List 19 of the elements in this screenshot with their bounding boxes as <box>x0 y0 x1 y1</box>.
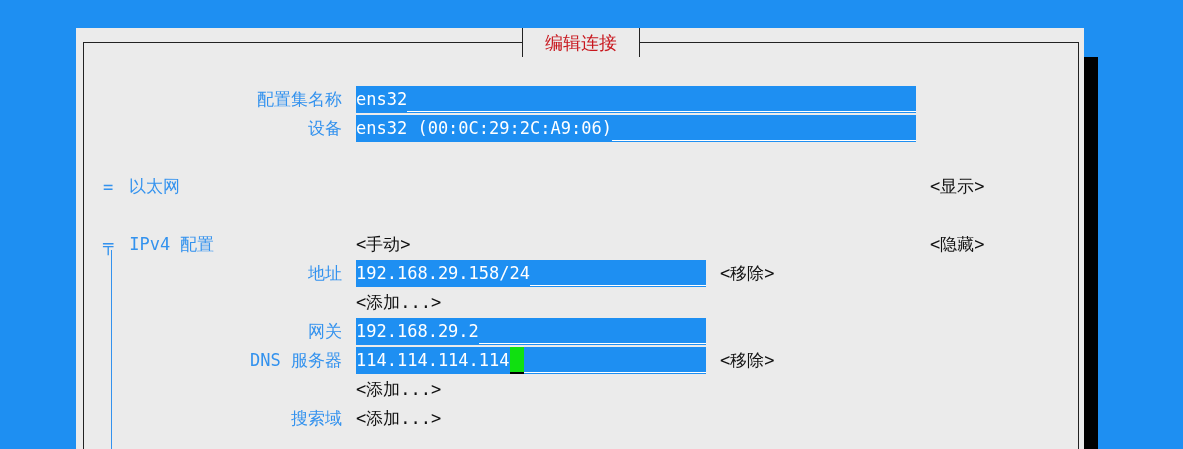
field-label: DNS 服务器 <box>249 349 342 372</box>
field-label: 搜索域 <box>290 407 342 430</box>
section-marker: = <box>103 176 114 197</box>
dialog-title: 编辑连接 <box>522 28 640 57</box>
field-label: 设备 <box>307 117 342 140</box>
hide-button[interactable]: <隐藏> <box>930 233 985 256</box>
add-button[interactable]: <添加...> <box>356 291 442 314</box>
field-label: 地址 <box>307 262 342 285</box>
section-marker: ╤ <box>103 234 114 255</box>
field-label: 配置集名称 <box>256 88 342 111</box>
mode-dropdown[interactable]: <手动> <box>356 233 411 256</box>
section-title: IPv4 配置 <box>129 233 215 256</box>
show-button[interactable]: <显示> <box>930 175 985 198</box>
remove-button[interactable]: <移除> <box>720 262 775 285</box>
add-button[interactable]: <添加...> <box>356 378 442 401</box>
field-label: 网关 <box>307 320 342 343</box>
add-button[interactable]: <添加...> <box>356 407 442 430</box>
section-title: 以太网 <box>129 175 181 198</box>
remove-button[interactable]: <移除> <box>720 349 775 372</box>
